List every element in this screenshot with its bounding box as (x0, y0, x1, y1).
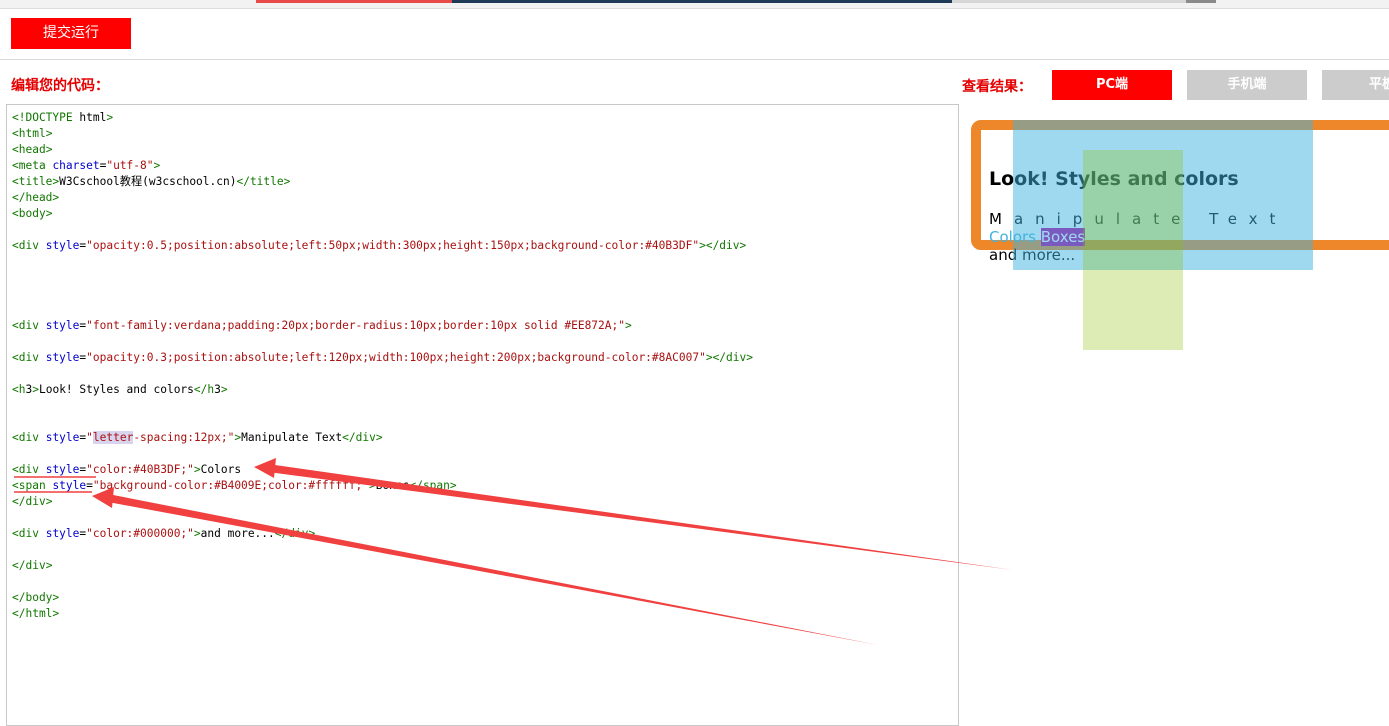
banner-segment (256, 0, 452, 3)
code-line[interactable]: </html> (12, 606, 753, 622)
code-line[interactable]: ​ (12, 270, 753, 286)
code-line[interactable]: </div> (12, 494, 753, 510)
code-line[interactable]: ​ (12, 574, 753, 590)
code-line[interactable]: <!DOCTYPE html> (12, 110, 753, 126)
code-line[interactable]: <span style="background-color:#B4009E;co… (12, 478, 753, 494)
code-line[interactable]: ​ (12, 542, 753, 558)
submit-run-button[interactable]: 提交运行 (11, 18, 131, 49)
code-line[interactable]: <div style="font-family:verdana;padding:… (12, 318, 753, 334)
code-line[interactable]: ​ (12, 366, 753, 382)
code-line[interactable]: ​ (12, 398, 753, 414)
code-line[interactable]: <h3>Look! Styles and colors</h3> (12, 382, 753, 398)
code-editor[interactable]: <!DOCTYPE html> <html> <head> <meta charset… (6, 104, 959, 726)
code-line[interactable]: ​ (12, 286, 753, 302)
code-line[interactable]: <div style="color:#000000;">and more...<… (12, 526, 753, 542)
code-line[interactable]: ​ (12, 446, 753, 462)
code-line[interactable]: ​ (12, 334, 753, 350)
code-line[interactable]: <div style="letter-spacing:12px;">Manipu… (12, 430, 753, 446)
code-line[interactable]: <html> (12, 126, 753, 142)
top-banner-strip (0, 0, 1389, 9)
code-line[interactable]: ​ (12, 302, 753, 318)
code-line[interactable]: </body> (12, 590, 753, 606)
tab-mobile[interactable]: 手机端 (1187, 70, 1307, 100)
code-line[interactable]: ​ (12, 254, 753, 270)
code-line[interactable]: ​ (12, 222, 753, 238)
editor-label: 编辑您的代码： (11, 78, 109, 94)
code-line[interactable]: <div style="color:#40B3DF;">Colors (12, 462, 753, 478)
code-line[interactable]: <meta charset="utf-8"> (12, 158, 753, 174)
tab-pc[interactable]: PC端 (1052, 70, 1172, 100)
code-content[interactable]: <!DOCTYPE html> <html> <head> <meta charset… (12, 110, 753, 622)
code-line[interactable]: </div> (12, 558, 753, 574)
code-line[interactable]: <div style="opacity:0.5;position:absolut… (12, 238, 753, 254)
code-line[interactable]: </head> (12, 190, 753, 206)
code-line[interactable]: <head> (12, 142, 753, 158)
code-line[interactable]: ​ (12, 510, 753, 526)
banner-segment (452, 0, 952, 3)
banner-segment (952, 0, 1186, 3)
code-line[interactable]: <body> (12, 206, 753, 222)
code-line[interactable]: ​ (12, 414, 753, 430)
result-preview: Look! Styles and colors Manipulate Text … (959, 104, 1389, 714)
code-line[interactable]: <title>W3Cschool教程(w3cschool.cn)</title> (12, 174, 753, 190)
demo-green-overlay (1083, 150, 1183, 350)
result-label: 查看结果： (962, 79, 1032, 95)
tab-tablet[interactable]: 平板 (1322, 70, 1389, 100)
toolbar-divider (0, 59, 1389, 60)
code-line[interactable]: <div style="opacity:0.3;position:absolut… (12, 350, 753, 366)
banner-segment (1186, 0, 1216, 3)
